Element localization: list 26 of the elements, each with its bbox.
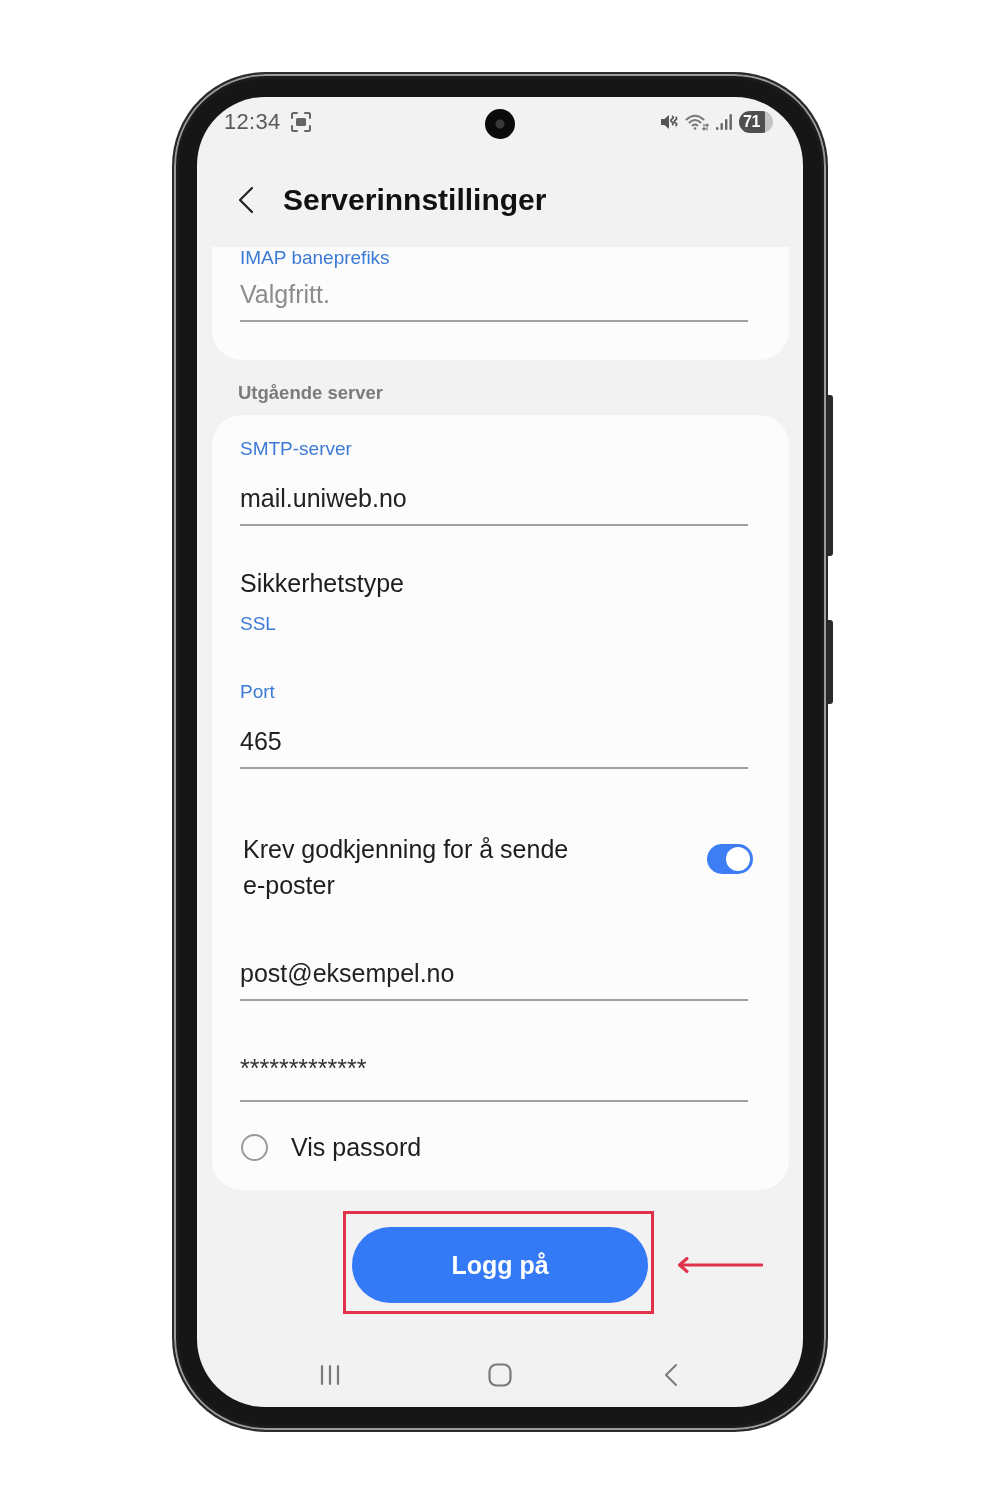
text-field[interactable]: post@eksempel.no (240, 958, 748, 1001)
text-field[interactable]: 465 (240, 726, 748, 769)
field-label: SMTP-server (240, 438, 352, 460)
wifi-icon (685, 112, 709, 132)
signal-icon (715, 113, 733, 131)
section-title: Utgående server (238, 383, 383, 403)
recent-apps-icon[interactable] (319, 1364, 341, 1386)
setting-value: SSL (240, 613, 276, 635)
clock-time: 12:34 (224, 109, 281, 135)
password-field[interactable]: ************* (240, 1053, 748, 1102)
field-label: IMAP baneprefiks (240, 247, 390, 269)
checkbox-label: Vis passord (291, 1132, 422, 1162)
toggle-switch[interactable] (707, 844, 753, 874)
battery-level: 71 (739, 111, 773, 133)
page-title: Serverinnstillinger (283, 183, 547, 217)
mute-icon (660, 113, 679, 131)
switch-label: Krev godkjenning for å sende e-poster (243, 834, 570, 901)
home-icon[interactable] (488, 1363, 512, 1387)
back-icon[interactable] (237, 186, 255, 214)
text-field[interactable]: mail.uniweb.no (240, 483, 748, 526)
field-label: Port (240, 681, 275, 703)
checkbox[interactable] (241, 1133, 268, 1161)
login-button[interactable]: Logg på (352, 1227, 648, 1303)
setting-title[interactable]: Sikkerhetstype (240, 568, 404, 598)
image-frame-icon (289, 111, 312, 133)
camera-lens-icon (485, 109, 515, 139)
